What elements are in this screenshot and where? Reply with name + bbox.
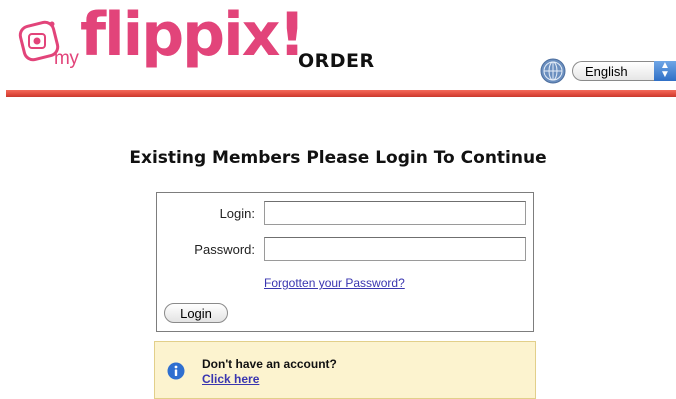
login-form: Login: Password: Forgotten your Password… (156, 192, 534, 332)
login-label: Login: (219, 206, 255, 221)
password-input[interactable] (264, 237, 526, 261)
signup-notice: Don't have an account? Click here (154, 341, 536, 399)
header: my flippix! ORDER English ▲ ▼ (0, 0, 676, 100)
signup-link[interactable]: Click here (202, 372, 259, 386)
login-input[interactable] (264, 201, 526, 225)
header-divider (6, 90, 676, 97)
select-arrows-icon[interactable]: ▲ ▼ (654, 61, 676, 81)
info-icon (167, 362, 185, 380)
page-heading: Existing Members Please Login To Continu… (129, 148, 547, 168)
login-button[interactable]: Login (164, 303, 228, 323)
globe-icon (540, 58, 566, 84)
password-label: Password: (194, 242, 255, 257)
logo-order-text: ORDER (298, 50, 375, 72)
logo-brand-text: flippix! (80, 0, 306, 70)
signup-prompt: Don't have an account? (202, 357, 337, 371)
language-selected-value: English (585, 64, 628, 79)
forgot-password-link[interactable]: Forgotten your Password? (264, 276, 405, 290)
logo-my-text: my (54, 48, 79, 69)
